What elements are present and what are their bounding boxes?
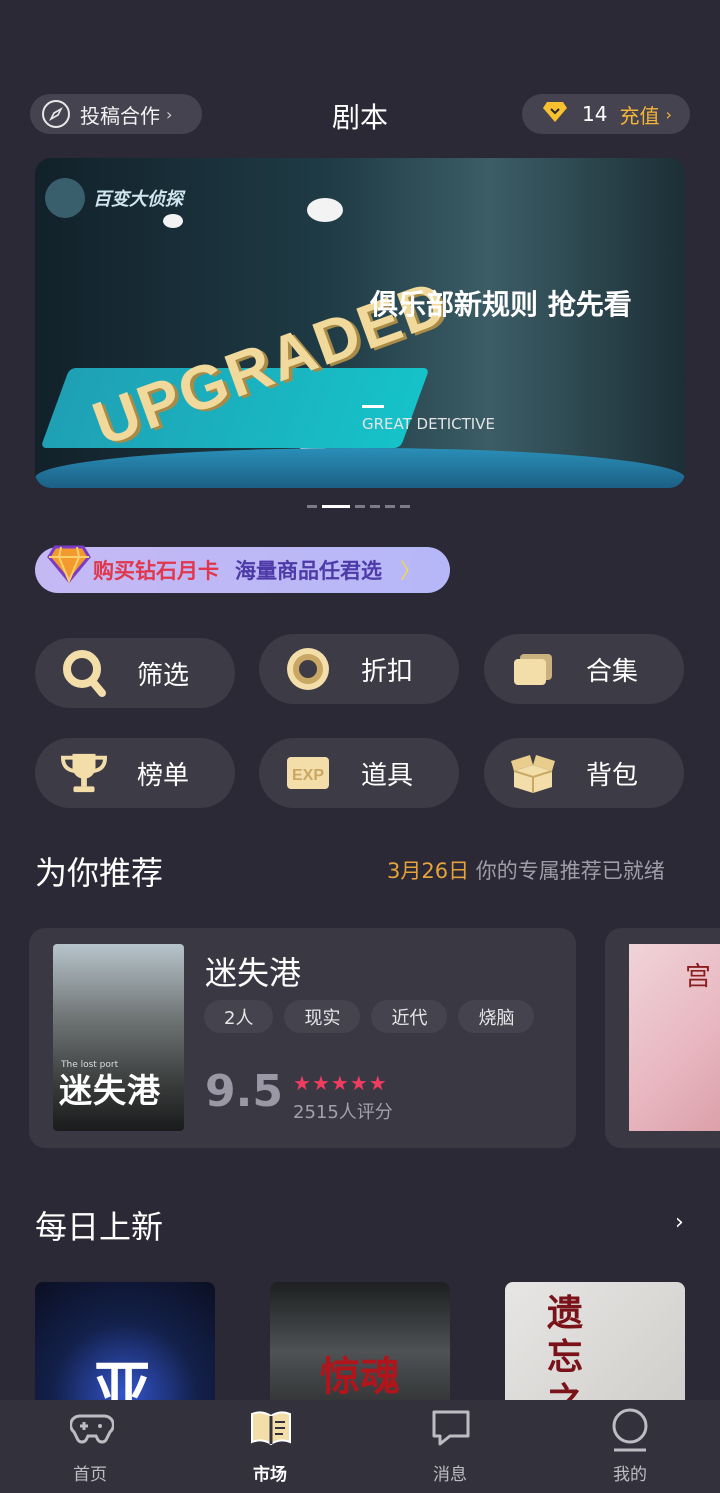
recommend-title: 为你推荐	[35, 854, 164, 892]
chevron-right-icon[interactable]: ›	[675, 1210, 684, 1235]
discount-button[interactable]: 折扣	[259, 634, 459, 704]
page-dot	[355, 505, 365, 508]
star-icon: ★	[330, 1071, 350, 1095]
diamond-icon	[542, 101, 568, 128]
tab-home[interactable]: 首页	[0, 1400, 180, 1493]
star-icon: ★	[368, 1071, 388, 1095]
backpack-label: 背包	[586, 760, 639, 791]
book-icon	[250, 1408, 291, 1448]
diamond-count: 14	[582, 102, 608, 126]
collection-icon	[510, 646, 556, 692]
script-name: 迷失港	[205, 954, 302, 992]
tab-profile[interactable]: 我的	[540, 1400, 720, 1493]
discount-label: 折扣	[361, 656, 414, 687]
recommend-date-suffix: 你的专属推荐已就绪	[475, 859, 665, 883]
items-button[interactable]: EXP 道具	[259, 738, 459, 808]
items-label: 道具	[361, 760, 414, 791]
tab-label: 市场	[253, 1465, 287, 1485]
filter-label: 筛选	[137, 660, 190, 691]
page-dot-active	[322, 505, 350, 508]
gamepad-icon	[69, 1408, 115, 1448]
page-dot	[307, 505, 317, 508]
rater-count: 2515人评分	[293, 1102, 393, 1123]
tab-messages[interactable]: 消息	[360, 1400, 540, 1493]
profile-icon	[610, 1408, 650, 1452]
tab-label: 消息	[433, 1465, 467, 1485]
diamond-badge-icon	[47, 541, 91, 589]
bottom-tab-bar: 首页 市场 消息 我的	[0, 1400, 720, 1493]
star-icon: ★	[349, 1071, 369, 1095]
filter-button[interactable]: 筛选	[35, 638, 235, 708]
trophy-icon	[61, 750, 107, 796]
promo-part2: 海量商品任君选	[235, 559, 382, 583]
promo-banner[interactable]: 百变大侦探 UPGRADED 俱乐部新规则 抢先看 GREAT DETICTIV…	[35, 158, 685, 488]
exp-card-icon: EXP	[285, 750, 331, 796]
search-icon	[61, 650, 107, 697]
tab-market[interactable]: 市场	[180, 1400, 360, 1493]
recommend-date: 3月26日	[387, 859, 470, 883]
page-dot	[370, 505, 380, 508]
star-icon: ★	[311, 1071, 331, 1095]
package-icon	[510, 750, 556, 796]
recharge-button[interactable]: 14 充值 ›	[522, 94, 690, 134]
recharge-label: 充值	[619, 103, 660, 128]
chevron-right-icon: 〉	[400, 559, 421, 583]
diamond-card-promo[interactable]: 购买钻石月卡 海量商品任君选 〉	[35, 547, 450, 593]
script-score: 9.5	[205, 1066, 283, 1117]
cloud-icon	[163, 214, 183, 228]
tab-label: 我的	[613, 1465, 647, 1485]
tab-label: 首页	[73, 1465, 107, 1485]
recommend-date-line: 3月26日 你的专属推荐已就绪	[387, 855, 665, 885]
script-cover: The lost port 迷失港	[53, 944, 184, 1131]
discount-coin-icon	[285, 646, 331, 692]
collection-button[interactable]: 合集	[484, 634, 684, 704]
tag: 烧脑	[458, 1000, 535, 1033]
tag: 2人	[204, 1000, 274, 1033]
script-cover: 宫	[629, 944, 720, 1131]
page-dot	[400, 505, 410, 508]
recommend-card-next[interactable]: 宫	[605, 928, 720, 1148]
recommend-card[interactable]: The lost port 迷失港 迷失港 2人 现实 近代 烧脑 9.5 ★★…	[29, 928, 576, 1148]
collection-label: 合集	[586, 656, 639, 687]
banner-subtitle: GREAT DETICTIVE	[362, 415, 495, 433]
svg-text:EXP: EXP	[292, 767, 324, 784]
backpack-button[interactable]: 背包	[484, 738, 684, 808]
ranking-button[interactable]: 榜单	[35, 738, 235, 808]
tag: 近代	[371, 1000, 448, 1033]
star-icon: ★	[293, 1071, 312, 1095]
promo-part1: 购买钻石月卡	[93, 559, 219, 583]
chevron-right-icon: ›	[665, 104, 672, 124]
ranking-label: 榜单	[137, 760, 190, 791]
tag: 现实	[284, 1000, 361, 1033]
script-tags: 2人 现实 近代 烧脑	[204, 1000, 545, 1033]
message-icon	[430, 1408, 470, 1448]
banner-slogan: 俱乐部新规则 抢先看	[370, 288, 632, 321]
star-rating: ★★★★★	[293, 1071, 388, 1095]
banner-pagination	[307, 505, 415, 508]
page-dot	[385, 505, 395, 508]
cloud-icon	[307, 198, 343, 222]
banner-logo: 百变大侦探	[45, 178, 183, 218]
daily-title: 每日上新	[35, 1208, 164, 1246]
